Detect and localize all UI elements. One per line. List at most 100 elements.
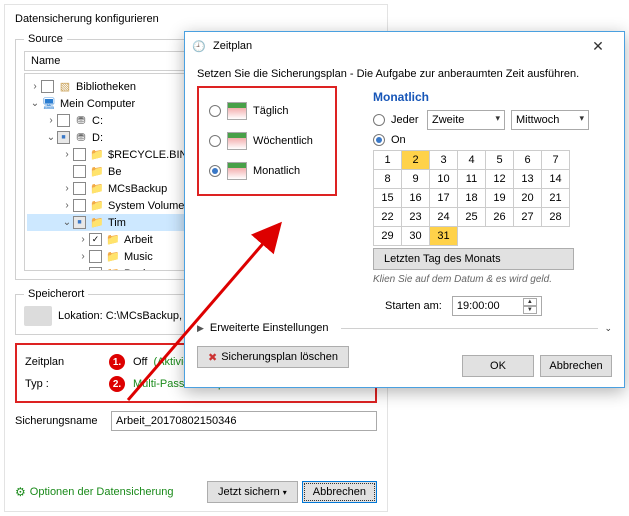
calendar-icon [227, 102, 247, 120]
folder-icon: 📁 [105, 250, 121, 264]
weekday-select[interactable]: Mittwoch [511, 110, 589, 130]
checkbox[interactable] [89, 233, 102, 246]
day-cell[interactable]: 17 [430, 189, 458, 208]
folder-icon: 📁 [105, 233, 121, 247]
freq-daily[interactable]: Täglich [209, 96, 325, 126]
checkbox[interactable] [41, 80, 54, 93]
day-cell[interactable]: 24 [430, 208, 458, 227]
caret-icon[interactable]: › [77, 268, 89, 271]
day-cell[interactable]: 28 [542, 208, 570, 227]
folder-icon: 📁 [105, 267, 121, 272]
ordinal-select[interactable]: Zweite [427, 110, 505, 130]
caret-icon[interactable]: › [61, 149, 73, 160]
checkbox[interactable] [57, 131, 70, 144]
checkbox[interactable] [89, 250, 102, 263]
checkbox[interactable] [73, 199, 86, 212]
radio-weekly[interactable] [209, 135, 221, 147]
schedule-value: Off [133, 356, 147, 368]
day-cell[interactable]: 1 [374, 151, 402, 170]
day-cell[interactable]: 13 [514, 170, 542, 189]
caret-icon[interactable]: › [61, 200, 73, 211]
caret-icon[interactable]: ⌄ [29, 98, 41, 109]
day-cell[interactable]: 10 [430, 170, 458, 189]
day-cell[interactable]: 26 [486, 208, 514, 227]
day-cell[interactable]: 8 [374, 170, 402, 189]
radio-on[interactable] [373, 134, 385, 146]
ok-button[interactable]: OK [462, 355, 534, 377]
day-cell[interactable]: 30 [402, 227, 430, 246]
schedule-dialog: 🕘 Zeitplan ✕ Setzen Sie die Sicherungspl… [184, 31, 625, 388]
drive-icon [24, 306, 52, 326]
backup-name-input[interactable] [111, 411, 377, 431]
day-cell[interactable]: 15 [374, 189, 402, 208]
calendar-icon [227, 132, 247, 150]
day-cell[interactable]: 18 [458, 189, 486, 208]
close-icon[interactable]: ✕ [578, 34, 618, 58]
calendar-icon [227, 162, 247, 180]
backup-name-row: Sicherungsname [15, 411, 377, 431]
day-cell[interactable]: 6 [514, 151, 542, 170]
dialog-titlebar[interactable]: 🕘 Zeitplan ✕ [185, 32, 624, 60]
day-cell[interactable]: 27 [514, 208, 542, 227]
caret-icon[interactable]: › [45, 115, 57, 126]
day-cell[interactable]: 14 [542, 170, 570, 189]
day-cell[interactable]: 23 [402, 208, 430, 227]
day-cell[interactable]: 21 [542, 189, 570, 208]
day-cell[interactable]: 2 [402, 151, 430, 170]
day-grid[interactable]: 1234567891011121314151617181920212223242… [373, 150, 570, 246]
footer: ⚙ Optionen der Datensicherung Jetzt sich… [15, 481, 377, 503]
radio-daily[interactable] [209, 105, 221, 117]
checkbox[interactable] [73, 182, 86, 195]
start-time-input[interactable]: 19:00:00 ▲▼ [452, 296, 542, 316]
window-title: Datensicherung konfigurieren [15, 13, 377, 25]
caret-icon[interactable]: › [61, 183, 73, 194]
caret-icon[interactable]: › [29, 81, 41, 92]
last-day-button[interactable]: Letzten Tag des Monats [373, 248, 574, 270]
day-cell[interactable]: 4 [458, 151, 486, 170]
backup-now-button[interactable]: Jetzt sichern▾ [207, 481, 298, 503]
day-cell[interactable]: 31 [430, 227, 458, 246]
day-cell[interactable]: 16 [402, 189, 430, 208]
delete-icon: ✖ [208, 351, 217, 364]
day-cell[interactable]: 12 [486, 170, 514, 189]
cancel-button[interactable]: Abbrechen [302, 481, 377, 503]
gear-icon: ⚙ [15, 485, 26, 499]
day-cell[interactable]: 5 [486, 151, 514, 170]
day-cell[interactable]: 9 [402, 170, 430, 189]
freq-monthly[interactable]: Monatlich [209, 156, 325, 186]
caret-icon[interactable]: › [77, 234, 89, 245]
day-cell[interactable]: 19 [486, 189, 514, 208]
day-cell[interactable]: 11 [458, 170, 486, 189]
day-cell[interactable]: 29 [374, 227, 402, 246]
checkbox[interactable] [89, 267, 102, 271]
start-time-row: Starten am: 19:00:00 ▲▼ [385, 296, 542, 316]
advanced-row[interactable]: ▶ Erweiterte Einstellungen ⌄ [197, 322, 612, 334]
checkbox[interactable] [73, 148, 86, 161]
library-icon: ▧ [57, 80, 73, 94]
checkbox[interactable] [73, 216, 86, 229]
checkbox[interactable] [57, 114, 70, 127]
day-cell[interactable]: 3 [430, 151, 458, 170]
day-cell[interactable]: 7 [542, 151, 570, 170]
radio-every[interactable] [373, 114, 385, 126]
caret-icon[interactable]: ⌄ [61, 217, 73, 228]
options-link[interactable]: ⚙ Optionen der Datensicherung [15, 485, 173, 499]
caret-icon[interactable]: › [77, 251, 89, 262]
radio-monthly[interactable] [209, 165, 221, 177]
caret-icon[interactable]: ⌄ [45, 132, 57, 143]
dialog-title: Zeitplan [213, 40, 578, 52]
day-cell[interactable]: 22 [374, 208, 402, 227]
dialog-cancel-button[interactable]: Abbrechen [540, 355, 612, 377]
dialog-instruction: Setzen Sie die Sicherungsplan - Die Aufg… [197, 68, 612, 80]
day-cell[interactable]: 25 [458, 208, 486, 227]
chevron-right-icon: ▶ [197, 323, 204, 334]
delete-plan-button[interactable]: ✖ Sicherungsplan löschen [197, 346, 349, 368]
location-text: Lokation: C:\MCsBackup, Spe [58, 310, 205, 322]
day-cell[interactable]: 20 [514, 189, 542, 208]
chevron-down-icon[interactable]: ⌄ [604, 323, 612, 334]
freq-weekly[interactable]: Wöchentlich [209, 126, 325, 156]
folder-icon: 📁 [89, 165, 105, 179]
dialog-footer: OK Abbrechen [462, 355, 612, 377]
time-spinner[interactable]: ▲▼ [523, 298, 537, 314]
checkbox[interactable] [73, 165, 86, 178]
